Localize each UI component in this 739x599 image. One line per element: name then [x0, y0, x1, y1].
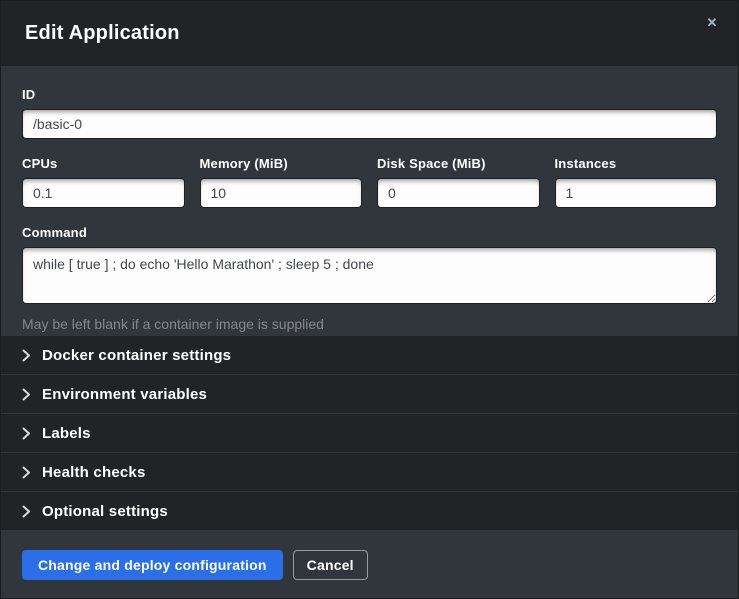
section-docker-container-settings[interactable]: Docker container settings — [1, 336, 738, 375]
memory-label: Memory (MiB) — [200, 156, 363, 171]
command-field-group: Command while [ true ] ; do echo 'Hello … — [22, 225, 717, 332]
edit-application-modal: Edit Application ✕ ID CPUs Memory (MiB) … — [0, 0, 739, 599]
disk-input[interactable] — [377, 178, 540, 208]
command-textarea[interactable]: while [ true ] ; do echo 'Hello Marathon… — [22, 247, 717, 304]
change-and-deploy-button[interactable]: Change and deploy configuration — [22, 550, 283, 580]
section-label: Optional settings — [42, 503, 168, 520]
section-label: Health checks — [42, 464, 145, 481]
section-environment-variables[interactable]: Environment variables — [1, 375, 738, 414]
cpus-label: CPUs — [22, 156, 185, 171]
disk-field-group: Disk Space (MiB) — [377, 156, 540, 208]
memory-field-group: Memory (MiB) — [200, 156, 363, 208]
command-help-text: May be left blank if a container image i… — [22, 316, 717, 332]
instances-field-group: Instances — [555, 156, 718, 208]
section-optional-settings[interactable]: Optional settings — [1, 492, 738, 530]
chevron-right-icon — [22, 427, 31, 440]
chevron-right-icon — [22, 388, 31, 401]
instances-input[interactable] — [555, 178, 718, 208]
command-label: Command — [22, 225, 717, 240]
resources-row: CPUs Memory (MiB) Disk Space (MiB) Insta… — [22, 156, 717, 208]
chevron-right-icon — [22, 349, 31, 362]
section-label: Labels — [42, 425, 91, 442]
disk-label: Disk Space (MiB) — [377, 156, 540, 171]
id-field-group: ID — [22, 87, 717, 139]
section-label: Docker container settings — [42, 347, 231, 364]
cpus-input[interactable] — [22, 178, 185, 208]
section-labels[interactable]: Labels — [1, 414, 738, 453]
cancel-button[interactable]: Cancel — [293, 550, 368, 580]
section-label: Environment variables — [42, 386, 207, 403]
close-icon[interactable]: ✕ — [703, 14, 721, 32]
modal-header: Edit Application ✕ — [1, 1, 738, 66]
application-form: ID CPUs Memory (MiB) Disk Space (MiB) In… — [1, 66, 738, 336]
cpus-field-group: CPUs — [22, 156, 185, 208]
id-label: ID — [22, 87, 717, 102]
memory-input[interactable] — [200, 178, 363, 208]
instances-label: Instances — [555, 156, 718, 171]
collapsible-sections: Docker container settings Environment va… — [1, 336, 738, 530]
modal-footer: Change and deploy configuration Cancel — [1, 530, 738, 599]
modal-title: Edit Application — [25, 22, 180, 45]
chevron-right-icon — [22, 466, 31, 479]
chevron-right-icon — [22, 505, 31, 518]
id-input[interactable] — [22, 109, 717, 139]
section-health-checks[interactable]: Health checks — [1, 453, 738, 492]
